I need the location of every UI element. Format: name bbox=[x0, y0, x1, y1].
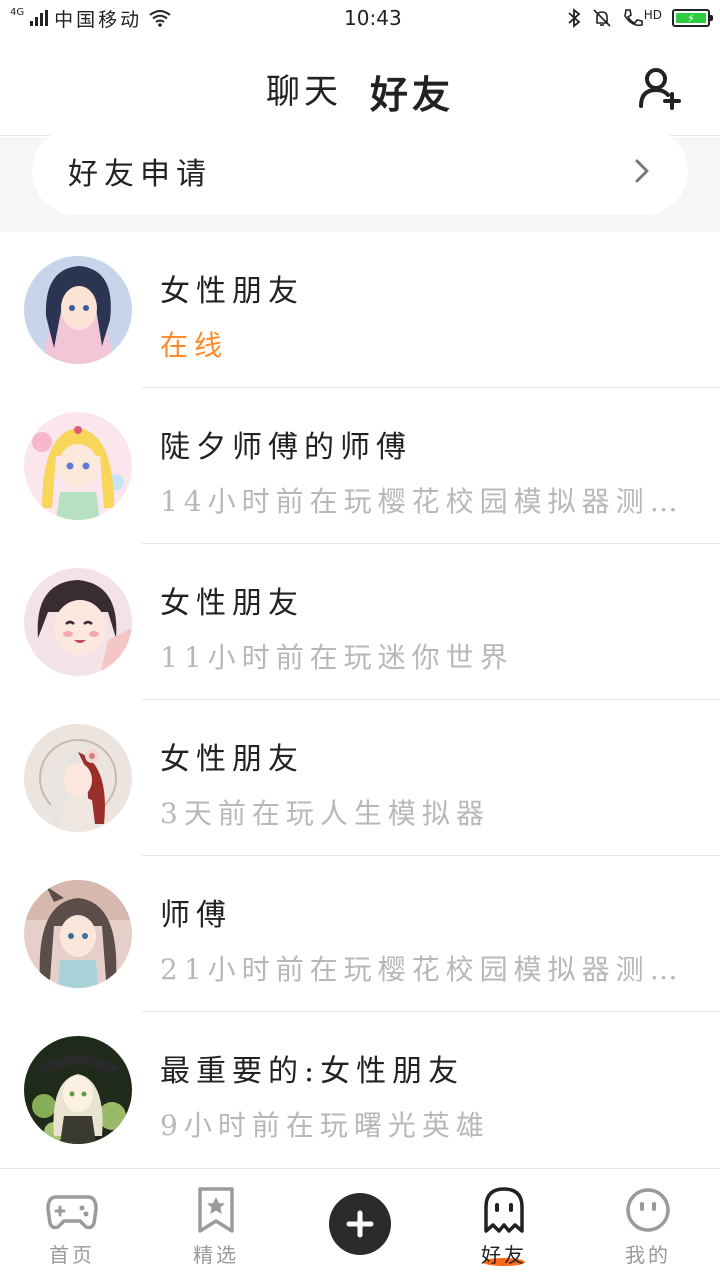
friend-name: 女性朋友 bbox=[160, 586, 304, 621]
avatar[interactable] bbox=[24, 256, 132, 364]
nav-label: 首页 bbox=[49, 1243, 95, 1267]
signal-icon bbox=[30, 10, 49, 26]
avatar[interactable] bbox=[24, 412, 132, 520]
status-right: HD ⚡ bbox=[566, 8, 713, 28]
battery-charging-icon: ⚡ bbox=[672, 9, 713, 27]
friend-request-label: 好友申请 bbox=[68, 157, 212, 192]
chevron-right-icon bbox=[635, 159, 649, 183]
nav-featured[interactable]: 精选 bbox=[144, 1169, 288, 1280]
friend-status: 3天前在玩人生模拟器 bbox=[160, 797, 490, 830]
battery-fill: ⚡ bbox=[676, 12, 706, 25]
header-tabs: 聊天 好友 bbox=[0, 64, 720, 119]
avatar[interactable] bbox=[24, 724, 132, 832]
friend-row[interactable]: 最重要的:女性朋友 9小时前在玩曙光英雄 bbox=[0, 1012, 720, 1168]
friend-status: 14小时前在玩樱花校园模拟器测… bbox=[160, 485, 680, 518]
friend-name: 师傅 bbox=[160, 898, 232, 933]
friend-status: 在线 bbox=[160, 329, 229, 362]
friend-status: 9小时前在玩曙光英雄 bbox=[160, 1109, 490, 1142]
nav-home[interactable]: 首页 bbox=[0, 1169, 144, 1280]
nav-label: 好友 bbox=[481, 1243, 527, 1267]
header: 聊天 好友 bbox=[0, 36, 720, 136]
ghost-icon bbox=[484, 1187, 524, 1233]
tab-chat[interactable]: 聊天 bbox=[266, 64, 342, 119]
friend-name: 女性朋友 bbox=[160, 742, 304, 777]
face-icon bbox=[626, 1188, 670, 1232]
gamepad-icon bbox=[46, 1195, 98, 1230]
star-bookmark-icon bbox=[198, 1187, 234, 1233]
nav-friends[interactable]: 好友 bbox=[432, 1169, 576, 1280]
bluetooth-icon bbox=[568, 8, 581, 28]
friend-row[interactable]: 陡夕师傅的师傅 14小时前在玩樱花校园模拟器测… bbox=[0, 388, 720, 544]
friend-row[interactable]: 女性朋友 在线 bbox=[0, 232, 720, 388]
friend-name: 陡夕师傅的师傅 bbox=[160, 430, 412, 465]
friend-status: 21小时前在玩樱花校园模拟器测… bbox=[160, 953, 680, 986]
call-icon bbox=[623, 9, 643, 27]
friend-request-section: 好友申请 bbox=[0, 127, 720, 232]
nav-label: 精选 bbox=[193, 1243, 239, 1267]
friend-status: 11小时前在玩迷你世界 bbox=[160, 641, 514, 674]
nav-create[interactable] bbox=[288, 1169, 432, 1280]
network-type: 4G bbox=[10, 6, 25, 18]
add-user-icon[interactable] bbox=[638, 66, 682, 110]
friend-row[interactable]: 女性朋友 11小时前在玩迷你世界 bbox=[0, 544, 720, 700]
nav-profile[interactable]: 我的 bbox=[576, 1169, 720, 1280]
nav-label: 我的 bbox=[625, 1243, 671, 1267]
create-button[interactable] bbox=[329, 1193, 391, 1255]
friend-request-button[interactable]: 好友申请 bbox=[32, 127, 688, 215]
clock: 10:43 bbox=[344, 6, 402, 30]
avatar[interactable] bbox=[24, 880, 132, 988]
hd-label: HD bbox=[643, 8, 662, 22]
wifi-icon bbox=[149, 10, 171, 27]
plus-icon bbox=[346, 1210, 374, 1238]
carrier-name: 中国移动 bbox=[54, 8, 143, 31]
status-left: 4G 中国移动 bbox=[10, 5, 290, 32]
bottom-nav: 首页 精选 好友 我的 bbox=[0, 1168, 720, 1280]
mute-bell-icon bbox=[593, 9, 611, 27]
friend-list: 女性朋友 在线 陡夕师傅的师傅 14小时前在玩樱花校园模拟器测… 女性朋友 11… bbox=[0, 232, 720, 1168]
friend-row[interactable]: 师傅 21小时前在玩樱花校园模拟器测… bbox=[0, 856, 720, 1012]
tab-friends[interactable]: 好友 bbox=[370, 64, 454, 119]
status-bar: 4G 中国移动 10:43 HD ⚡ bbox=[0, 0, 720, 36]
avatar[interactable] bbox=[24, 568, 132, 676]
avatar[interactable] bbox=[24, 1036, 132, 1144]
friend-row[interactable]: 女性朋友 3天前在玩人生模拟器 bbox=[0, 700, 720, 856]
friend-name: 女性朋友 bbox=[160, 274, 304, 309]
friend-name: 最重要的:女性朋友 bbox=[160, 1054, 465, 1089]
